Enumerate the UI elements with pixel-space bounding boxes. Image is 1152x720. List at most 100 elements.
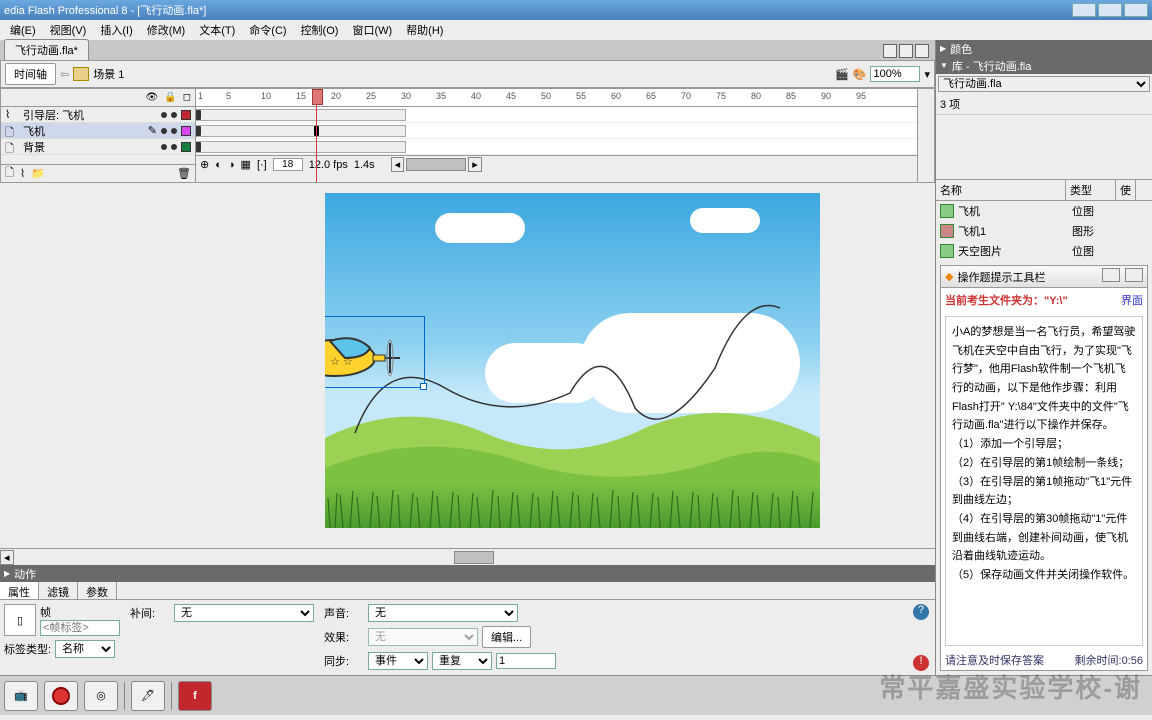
doc-close-icon[interactable] (915, 44, 929, 58)
repeat-select[interactable]: 重复 (432, 652, 492, 670)
eye-icon[interactable]: 👁 (146, 92, 159, 103)
layer-bg[interactable]: 🗋 背景 (1, 139, 195, 155)
task-flash[interactable]: f (178, 681, 212, 711)
task-app2[interactable]: ◎ (84, 681, 118, 711)
layer-plane[interactable]: 🗋 飞机 ✎ (1, 123, 195, 139)
scene-label: 场景 1 (93, 66, 124, 82)
onion-outline-icon[interactable]: ◑ (228, 159, 235, 171)
scene-toolbar: 时间轴 ⇦ 场景 1 🎬 🎨 ▾ (0, 60, 935, 88)
scroll-left-icon[interactable]: ◂ (0, 550, 14, 565)
timeline-vscroll[interactable] (917, 89, 934, 182)
library-panel-header[interactable]: 库 - 飞行动画.fla (936, 57, 1152, 74)
helper-max-icon[interactable] (1125, 268, 1143, 282)
frame-row-guide[interactable] (196, 107, 917, 123)
maximize-btn[interactable] (1098, 3, 1122, 17)
layers-panel: 👁 🔒 ◻ ⌇ 引导层: 飞机 🗋 飞机 ✎ (1, 89, 196, 182)
new-guide-icon[interactable]: ⌇ (20, 167, 25, 180)
sync-select[interactable]: 事件 (368, 652, 428, 670)
task-record[interactable] (44, 681, 78, 711)
col-type[interactable]: 类型 (1066, 180, 1116, 200)
record-icon (52, 687, 70, 705)
outline-icon[interactable]: ◻ (183, 92, 191, 103)
menu-modify[interactable]: 修改(M) (141, 20, 192, 40)
menu-insert[interactable]: 插入(I) (94, 20, 138, 40)
frame-row-bg[interactable] (196, 139, 917, 155)
lib-item[interactable]: 飞机位图 (936, 201, 1152, 221)
lib-item[interactable]: 飞机1图形 (936, 221, 1152, 241)
helper-panel: ◆ 操作题提示工具栏 当前考生文件夹为："Y:\" 界面 小A的梦想是当一名飞行… (940, 265, 1148, 671)
label-type: 标签类型: (4, 641, 51, 657)
effect-select[interactable]: 无 (368, 628, 478, 646)
doc-min-icon[interactable] (883, 44, 897, 58)
hscroll-thumb[interactable] (454, 551, 494, 564)
helper-min-icon[interactable] (1102, 268, 1120, 282)
edit-multi-icon[interactable]: ▦ (241, 158, 251, 171)
helper-logo-icon: ◆ (945, 270, 953, 283)
edit-scene-icon[interactable]: 🎬 (835, 68, 849, 81)
new-folder-icon[interactable]: 📁 (31, 167, 45, 180)
layer-guide[interactable]: ⌇ 引导层: 飞机 (1, 107, 195, 123)
menu-text[interactable]: 文本(T) (193, 20, 241, 40)
doc-max-icon[interactable] (899, 44, 913, 58)
task-app3[interactable]: 🖊 (131, 681, 165, 711)
current-frame[interactable] (273, 158, 303, 171)
zoom-input[interactable] (870, 66, 920, 82)
menu-commands[interactable]: 命令(C) (243, 20, 292, 40)
timeline-toggle[interactable]: 时间轴 (5, 63, 56, 85)
scroll-left-icon[interactable]: ◂ (391, 157, 405, 172)
bitmap-icon (940, 204, 954, 218)
layer-color[interactable] (181, 142, 191, 152)
doc-tab[interactable]: 飞行动画.fla* (4, 39, 89, 60)
edit-effect-btn[interactable]: 编辑... (482, 626, 531, 648)
color-panel-header[interactable]: 颜色 (936, 40, 1152, 57)
close-btn[interactable] (1124, 3, 1148, 17)
guide-layer-icon: ⌇ (5, 108, 19, 122)
playhead[interactable] (316, 89, 317, 182)
tween-select[interactable]: 无 (174, 604, 314, 622)
col-use[interactable]: 使 (1116, 180, 1136, 200)
stage-hscroll[interactable]: ◂ (0, 548, 935, 565)
library-file-select[interactable]: 飞行动画.fla (938, 76, 1150, 92)
scroll-right-icon[interactable]: ▸ (468, 157, 482, 172)
tab-properties[interactable]: 属性 (0, 582, 39, 599)
col-name[interactable]: 名称 (936, 180, 1066, 200)
stage[interactable]: ☆ ☆ (325, 193, 820, 528)
plane-symbol[interactable]: ☆ ☆ (325, 323, 415, 383)
label-type-select[interactable]: 名称 (55, 640, 115, 658)
frame-ruler[interactable]: 1 5 10 15 20 25 30 35 40 45 50 55 60 65 … (196, 89, 917, 107)
frame-hscroll[interactable] (406, 158, 466, 171)
layer-color[interactable] (181, 126, 191, 136)
frame-row-plane[interactable] (196, 123, 917, 139)
new-layer-icon[interactable]: 🗋 (5, 164, 14, 183)
onion-icon[interactable]: ◐ (215, 159, 222, 171)
minimize-btn[interactable] (1072, 3, 1096, 17)
lib-item[interactable]: 天空图片位图 (936, 241, 1152, 261)
stage-area[interactable]: ☆ ☆ (0, 183, 935, 548)
menu-help[interactable]: 帮助(H) (400, 20, 449, 40)
layer-color[interactable] (181, 110, 191, 120)
help-icon[interactable]: ? (913, 604, 929, 620)
repeat-count[interactable] (496, 653, 556, 669)
frames-area[interactable]: 1 5 10 15 20 25 30 35 40 45 50 55 60 65 … (196, 89, 917, 182)
onion-markers-icon[interactable]: [·] (257, 159, 267, 171)
actions-panel-header[interactable]: 动作 (0, 565, 935, 582)
delete-layer-icon[interactable]: 🗑 (177, 167, 191, 180)
task-app1[interactable]: 📺 (4, 681, 38, 711)
menu-control[interactable]: 控制(O) (295, 20, 345, 40)
tab-params[interactable]: 参数 (78, 582, 117, 599)
menu-window[interactable]: 窗口(W) (346, 20, 398, 40)
graphic-icon (940, 224, 954, 238)
svg-text:☆ ☆: ☆ ☆ (330, 356, 353, 368)
menu-view[interactable]: 视图(V) (44, 20, 93, 40)
center-frame-icon[interactable]: ⊕ (200, 158, 209, 171)
helper-link-ui[interactable]: 界面 (1121, 292, 1143, 308)
sound-select[interactable]: 无 (368, 604, 518, 622)
back-icon[interactable]: ⇦ (60, 68, 69, 81)
menu-edit[interactable]: 编(E) (4, 20, 42, 40)
edit-symbol-icon[interactable]: 🎨 (853, 68, 867, 81)
frame-label-input[interactable] (40, 620, 120, 636)
lock-icon[interactable]: 🔒 (164, 92, 176, 103)
tab-filters[interactable]: 滤镜 (39, 582, 78, 599)
helper-title: 操作题提示工具栏 (957, 269, 1045, 285)
zoom-dropdown-icon[interactable]: ▾ (924, 68, 930, 81)
